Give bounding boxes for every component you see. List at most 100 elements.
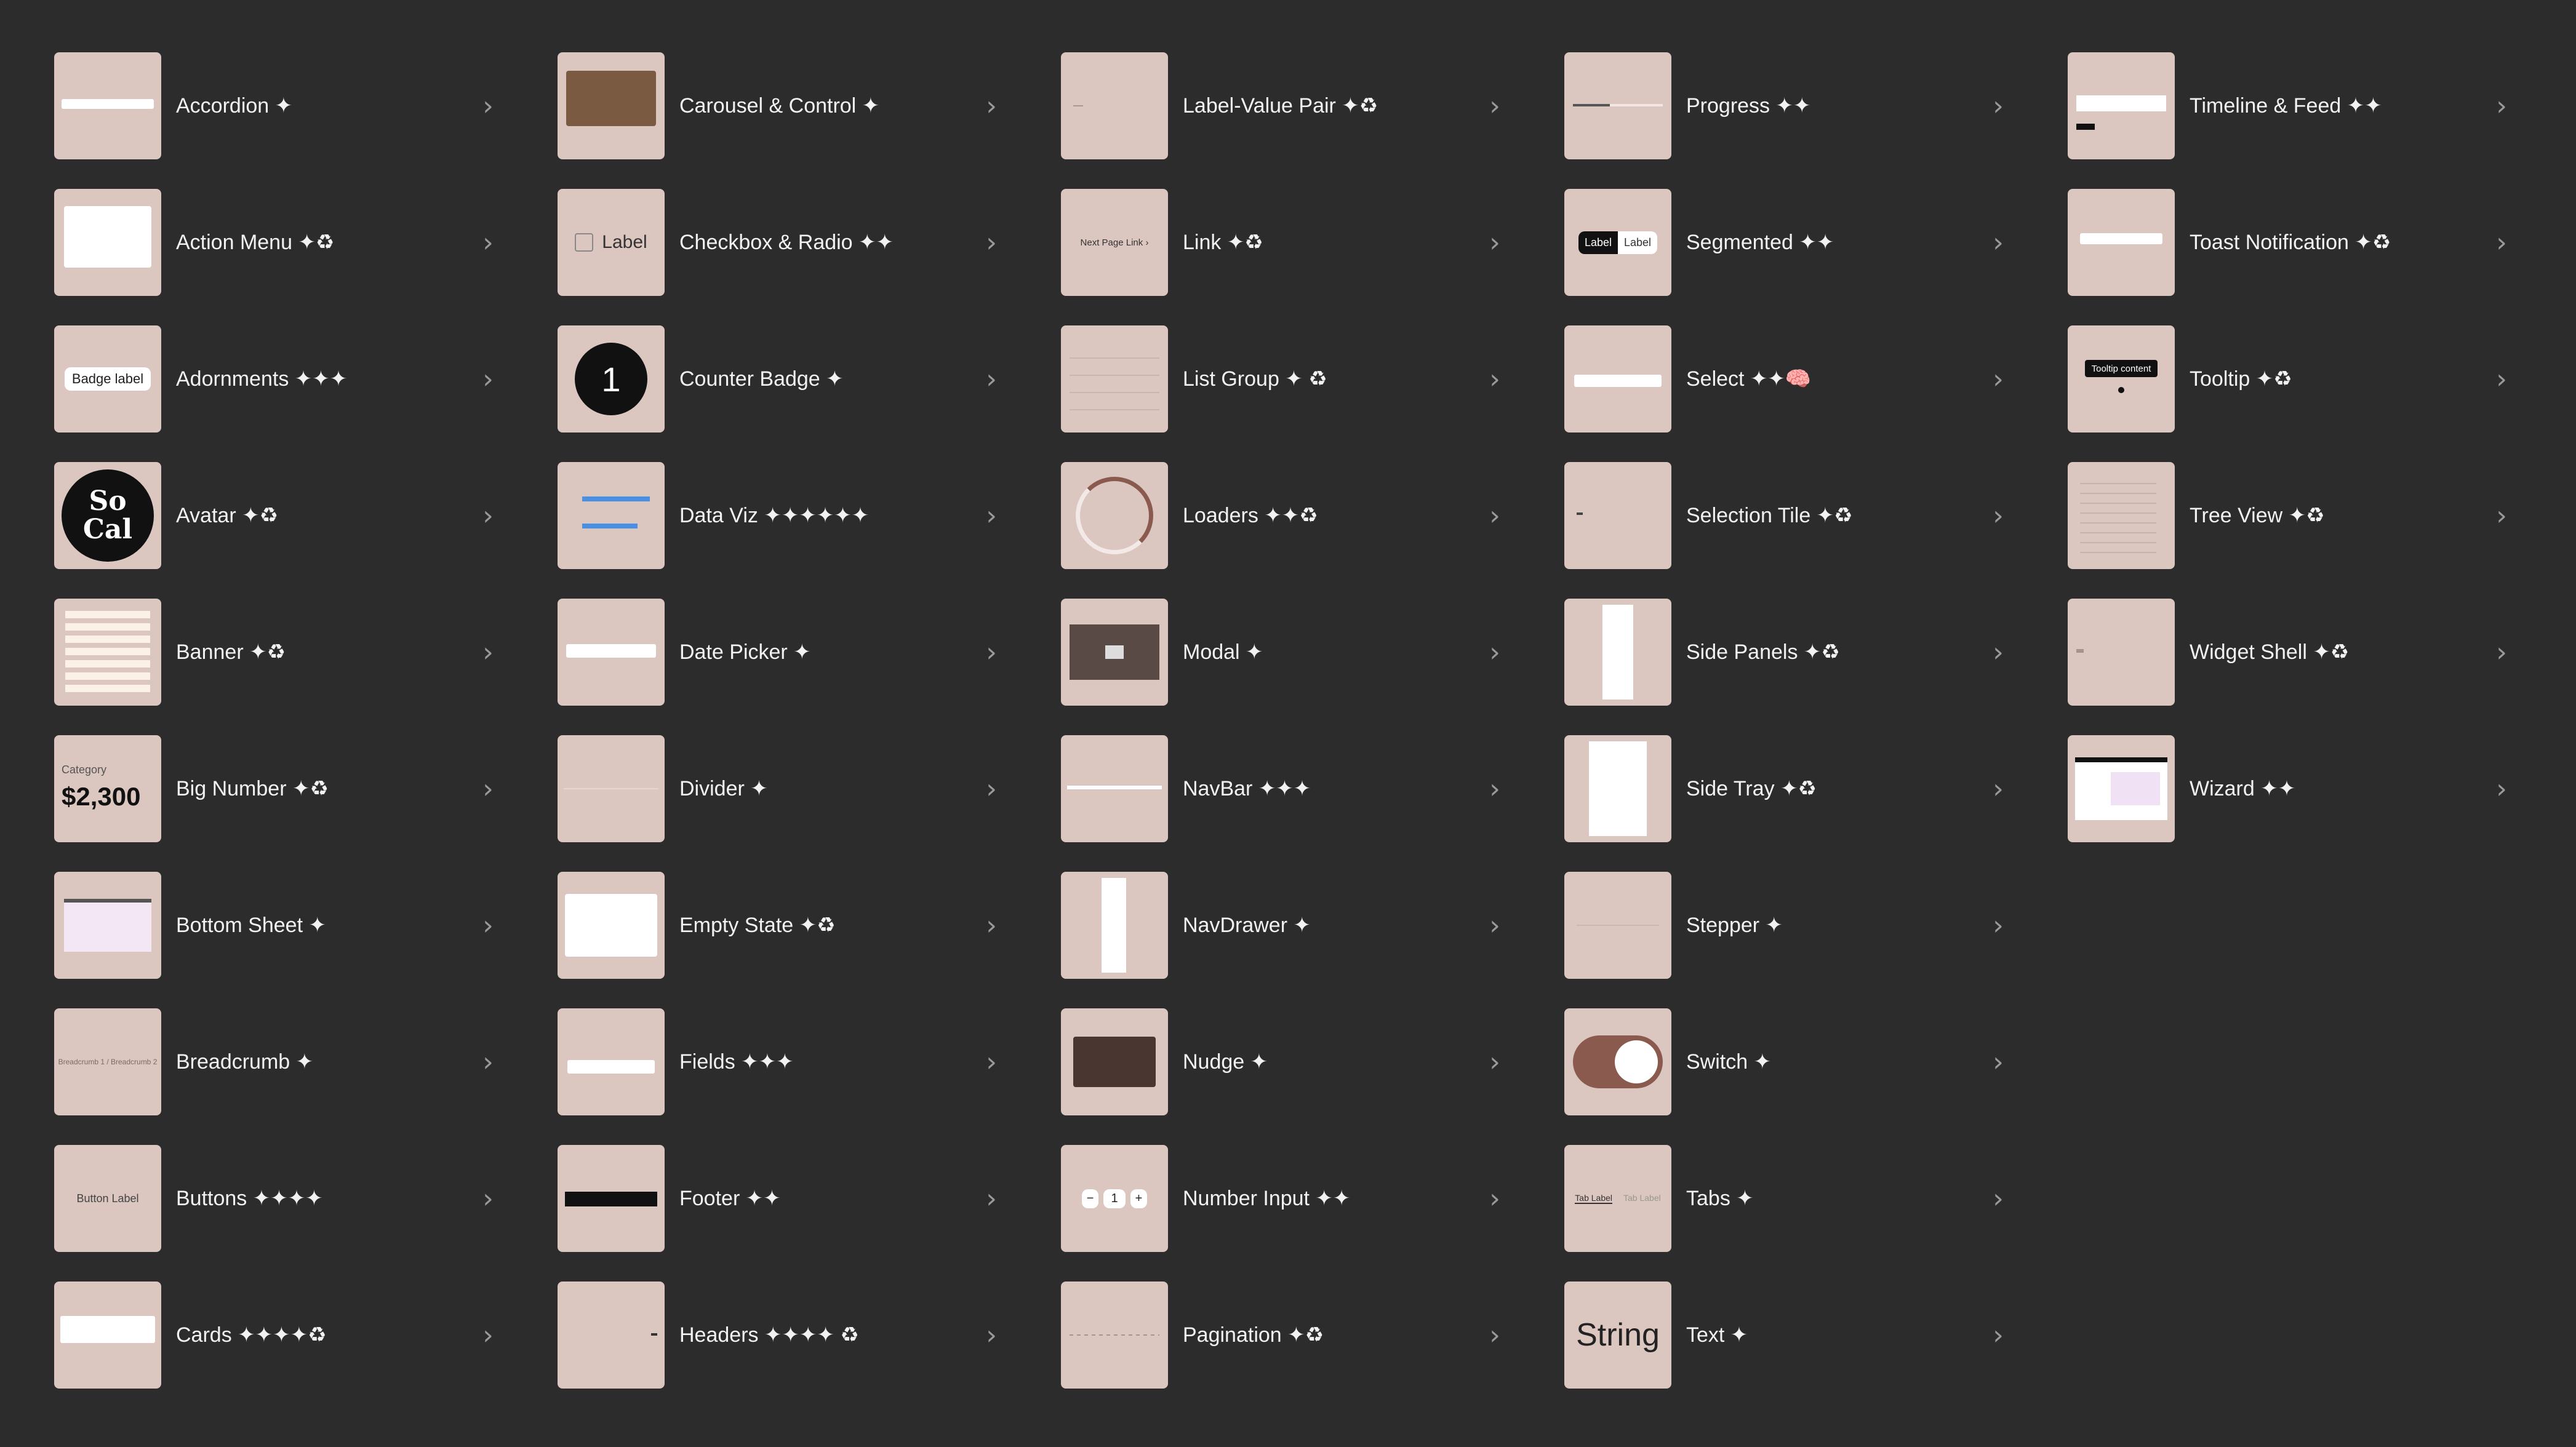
chevron-right-icon[interactable]: › — [1984, 910, 2012, 941]
chevron-right-icon[interactable]: › — [474, 90, 502, 122]
component-label: Stepper ✦ — [1686, 914, 1783, 937]
chevron-right-icon[interactable]: › — [1984, 500, 2012, 532]
component-item-list-group[interactable]: List Group ✦ ♻ › — [1061, 325, 1509, 433]
component-item-avatar[interactable]: So Cal Avatar ✦♻ › — [54, 461, 502, 570]
component-item-side-tray[interactable]: Side Tray ✦♻ › — [1564, 735, 2012, 843]
component-item-checkbox-radio[interactable]: Label Checkbox & Radio ✦✦ › — [558, 188, 1006, 297]
component-item-banner[interactable]: Banner ✦♻ › — [54, 598, 502, 706]
component-label: Banner ✦♻ — [176, 640, 286, 664]
component-item-label-value-pair[interactable]: Label-Value Pair ✦♻ › — [1061, 52, 1509, 160]
component-item-action-menu[interactable]: Action Menu ✦♻ › — [54, 188, 502, 297]
chevron-right-icon[interactable]: › — [1481, 500, 1509, 532]
component-label: Pagination ✦♻ — [1183, 1323, 1324, 1347]
component-label: Select ✦✦🧠 — [1686, 367, 1812, 391]
component-item-empty-state[interactable]: Empty State ✦♻ › — [558, 871, 1006, 979]
component-item-cards[interactable]: Cards ✦✦✦✦♻ › — [54, 1281, 502, 1389]
chevron-right-icon[interactable]: › — [1481, 910, 1509, 941]
chevron-right-icon[interactable]: › — [977, 90, 1006, 122]
component-item-big-number[interactable]: Category $2,300 Big Number ✦♻ › — [54, 735, 502, 843]
component-item-navdrawer[interactable]: NavDrawer ✦ › — [1061, 871, 1509, 979]
component-item-accordion[interactable]: Accordion ✦ › — [54, 52, 502, 160]
component-item-toast-notification[interactable]: Toast Notification ✦♻ › — [2068, 188, 2516, 297]
accordion-thumbnail — [54, 52, 161, 159]
segmented-unselected: Label — [1624, 236, 1652, 249]
chevron-right-icon[interactable]: › — [1984, 364, 2012, 395]
component-item-number-input[interactable]: −1 + Number Input ✦✦ › — [1061, 1144, 1509, 1253]
chevron-right-icon[interactable]: › — [1984, 773, 2012, 805]
component-item-tooltip[interactable]: Tooltip content Tooltip ✦♻ › — [2068, 325, 2516, 433]
chevron-right-icon[interactable]: › — [1984, 227, 2012, 258]
component-item-bottom-sheet[interactable]: Bottom Sheet ✦ › — [54, 871, 502, 979]
component-item-segmented[interactable]: Label Label Segmented ✦✦ › — [1564, 188, 2012, 297]
chevron-right-icon[interactable]: › — [1481, 90, 1509, 122]
component-item-nudge[interactable]: Nudge ✦ › — [1061, 1008, 1509, 1116]
component-item-tree-view[interactable]: Tree View ✦♻ › — [2068, 461, 2516, 570]
chevron-right-icon[interactable]: › — [977, 364, 1006, 395]
component-item-modal[interactable]: Modal ✦ › — [1061, 598, 1509, 706]
chevron-right-icon[interactable]: › — [2487, 90, 2516, 122]
component-item-navbar[interactable]: NavBar ✦✦✦ › — [1061, 735, 1509, 843]
component-item-headers[interactable]: Headers ✦✦✦✦ ♻ › — [558, 1281, 1006, 1389]
chevron-right-icon[interactable]: › — [977, 637, 1006, 668]
chevron-right-icon[interactable]: › — [2487, 773, 2516, 805]
component-item-switch[interactable]: Switch ✦ › — [1564, 1008, 2012, 1116]
chevron-right-icon[interactable]: › — [1481, 637, 1509, 668]
component-label: Carousel & Control ✦ — [679, 94, 880, 118]
chevron-right-icon[interactable]: › — [1481, 1320, 1509, 1351]
component-item-data-viz[interactable]: Data Viz ✦✦✦✦✦✦ › — [558, 461, 1006, 570]
chevron-right-icon[interactable]: › — [2487, 637, 2516, 668]
component-item-buttons[interactable]: Button Label Buttons ✦✦✦✦ › — [54, 1144, 502, 1253]
component-item-side-panels[interactable]: Side Panels ✦♻ › — [1564, 598, 2012, 706]
chevron-right-icon[interactable]: › — [977, 773, 1006, 805]
component-item-stepper[interactable]: Stepper ✦ › — [1564, 871, 2012, 979]
chevron-right-icon[interactable]: › — [1481, 1046, 1509, 1078]
chevron-right-icon[interactable]: › — [474, 227, 502, 258]
component-item-fields[interactable]: Fields ✦✦✦ › — [558, 1008, 1006, 1116]
component-item-loaders[interactable]: Loaders ✦✦♻ › — [1061, 461, 1509, 570]
component-item-select[interactable]: Select ✦✦🧠 › — [1564, 325, 2012, 433]
component-item-divider[interactable]: Divider ✦ › — [558, 735, 1006, 843]
component-item-link[interactable]: Next Page Link › Link ✦♻ › — [1061, 188, 1509, 297]
component-item-adornments[interactable]: Badge label Adornments ✦✦✦ › — [54, 325, 502, 433]
chevron-right-icon[interactable]: › — [977, 227, 1006, 258]
chevron-right-icon[interactable]: › — [1481, 227, 1509, 258]
chevron-right-icon[interactable]: › — [1984, 1320, 2012, 1351]
chevron-right-icon[interactable]: › — [474, 773, 502, 805]
chevron-right-icon[interactable]: › — [474, 910, 502, 941]
chevron-right-icon[interactable]: › — [474, 1183, 502, 1214]
component-item-date-picker[interactable]: Date Picker ✦ › — [558, 598, 1006, 706]
chevron-right-icon[interactable]: › — [474, 1046, 502, 1078]
chevron-right-icon[interactable]: › — [977, 1320, 1006, 1351]
component-item-timeline-feed[interactable]: Timeline & Feed ✦✦ › — [2068, 52, 2516, 160]
component-item-progress[interactable]: Progress ✦✦ › — [1564, 52, 2012, 160]
chevron-right-icon[interactable]: › — [1984, 1183, 2012, 1214]
chevron-right-icon[interactable]: › — [977, 1183, 1006, 1214]
chevron-right-icon[interactable]: › — [474, 637, 502, 668]
component-item-footer[interactable]: Footer ✦✦ › — [558, 1144, 1006, 1253]
component-item-counter-badge[interactable]: 1 Counter Badge ✦ › — [558, 325, 1006, 433]
chevron-right-icon[interactable]: › — [1481, 1183, 1509, 1214]
component-item-carousel-control[interactable]: Carousel & Control ✦ › — [558, 52, 1006, 160]
chevron-right-icon[interactable]: › — [474, 500, 502, 532]
component-item-breadcrumb[interactable]: Breadcrumb 1 / Breadcrumb 2 Breadcrumb ✦ › — [54, 1008, 502, 1116]
chevron-right-icon[interactable]: › — [2487, 364, 2516, 395]
navdrawer-thumbnail — [1061, 872, 1168, 979]
chevron-right-icon[interactable]: › — [474, 1320, 502, 1351]
chevron-right-icon[interactable]: › — [977, 910, 1006, 941]
chevron-right-icon[interactable]: › — [1984, 637, 2012, 668]
component-item-tabs[interactable]: Tab Label Tab Label Tabs ✦ › — [1564, 1144, 2012, 1253]
chevron-right-icon[interactable]: › — [2487, 227, 2516, 258]
chevron-right-icon[interactable]: › — [1984, 90, 2012, 122]
component-item-widget-shell[interactable]: Widget Shell ✦♻ › — [2068, 598, 2516, 706]
chevron-right-icon[interactable]: › — [1481, 364, 1509, 395]
chevron-right-icon[interactable]: › — [1984, 1046, 2012, 1078]
component-item-text[interactable]: String Text ✦ › — [1564, 1281, 2012, 1389]
component-item-selection-tile[interactable]: Selection Tile ✦♻ › — [1564, 461, 2012, 570]
chevron-right-icon[interactable]: › — [2487, 500, 2516, 532]
chevron-right-icon[interactable]: › — [977, 500, 1006, 532]
chevron-right-icon[interactable]: › — [977, 1046, 1006, 1078]
component-item-pagination[interactable]: Pagination ✦♻ › — [1061, 1281, 1509, 1389]
component-item-wizard[interactable]: Wizard ✦✦ › — [2068, 735, 2516, 843]
chevron-right-icon[interactable]: › — [1481, 773, 1509, 805]
chevron-right-icon[interactable]: › — [474, 364, 502, 395]
